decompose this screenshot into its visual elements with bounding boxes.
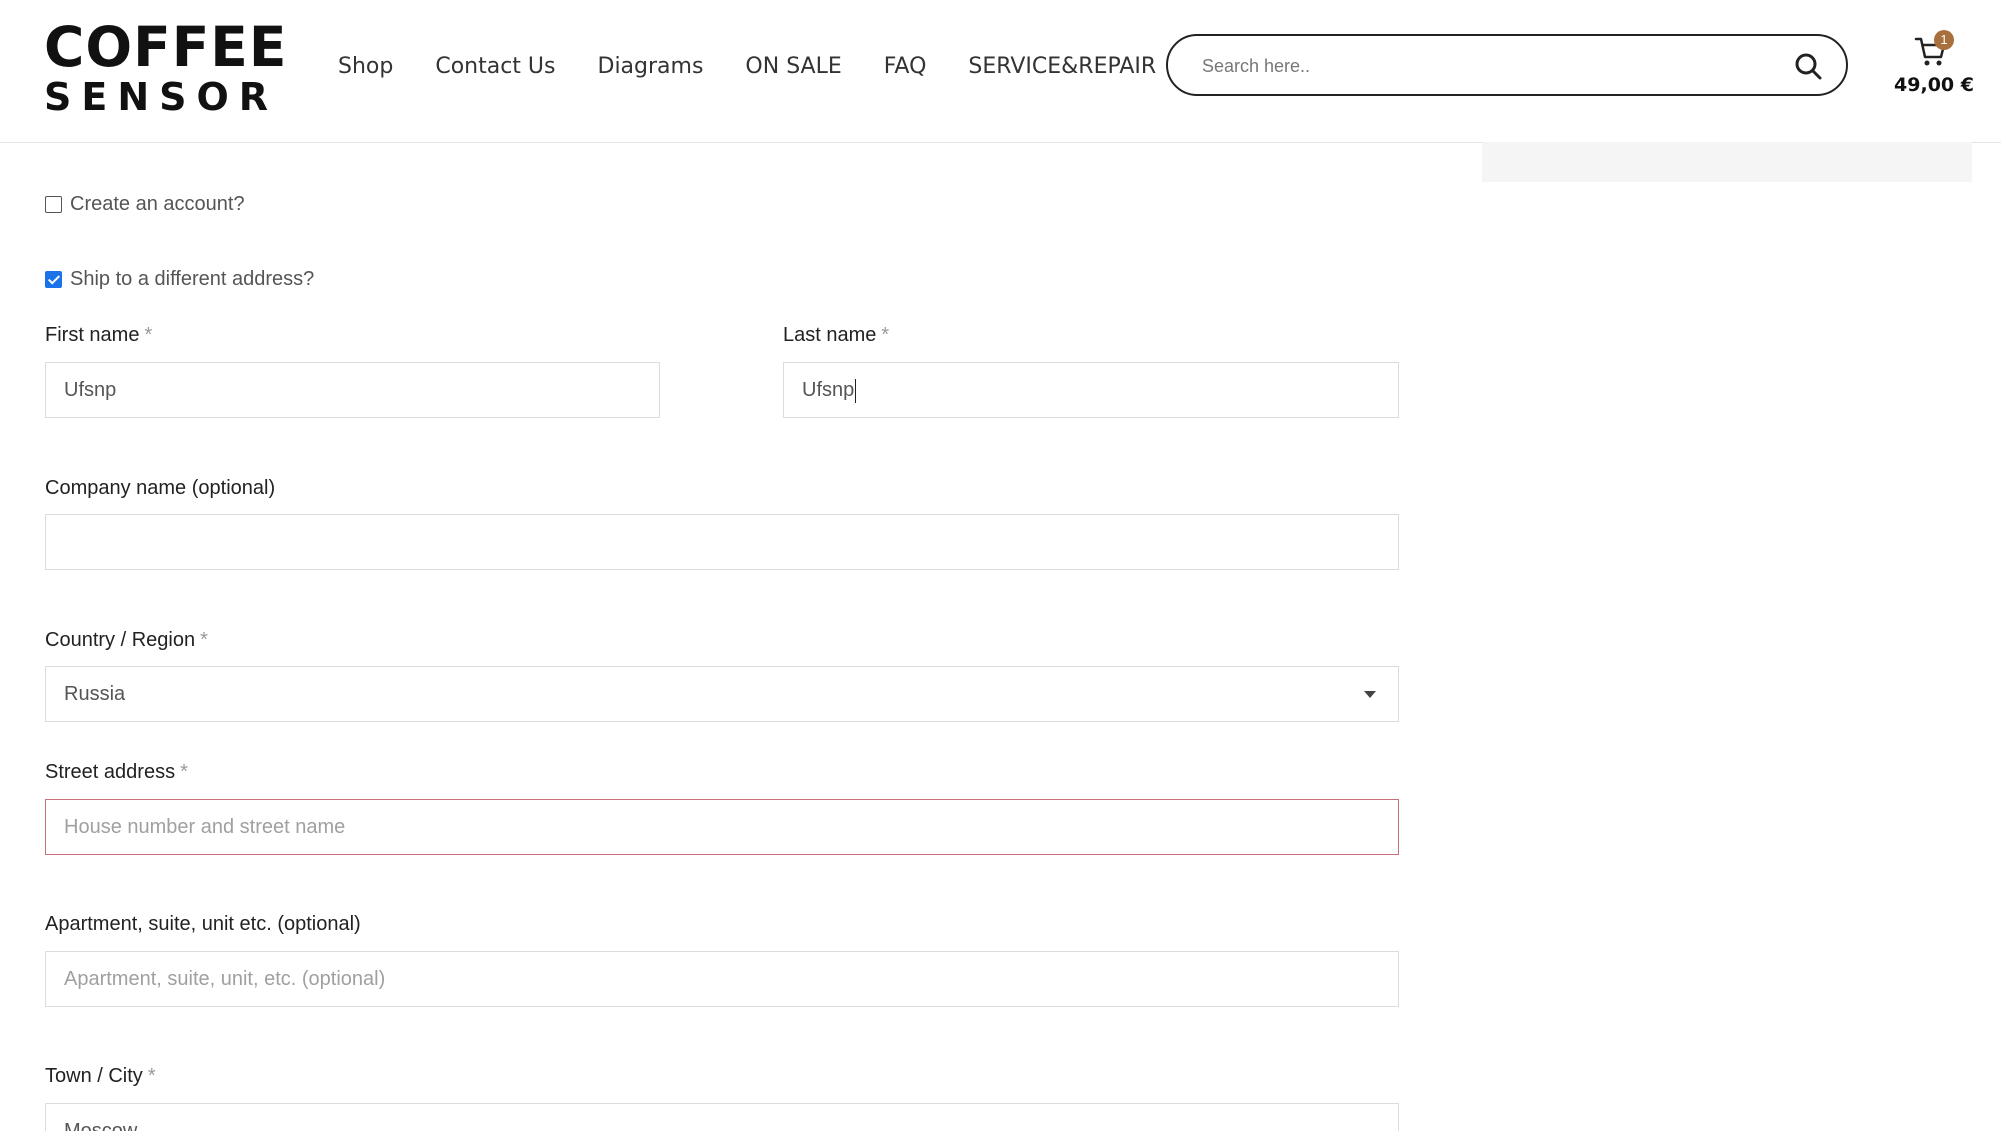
dropdown-arrow-icon xyxy=(1364,691,1376,698)
required-mark: * xyxy=(200,629,208,651)
first-name-value: Ufsnp xyxy=(64,379,117,401)
apartment-field[interactable]: Apartment, suite, unit, etc. (optional) xyxy=(45,951,1399,1007)
cart-total: 49,00 € xyxy=(1894,74,1974,96)
apartment-placeholder: Apartment, suite, unit, etc. (optional) xyxy=(64,968,386,990)
country-value: Russia xyxy=(64,683,126,705)
required-mark: * xyxy=(147,1065,156,1087)
cart-count-badge: 1 xyxy=(1934,30,1954,50)
search-bar xyxy=(1166,34,1848,96)
last-name-value: Ufsnp xyxy=(802,379,855,401)
street-label-text: Street address xyxy=(45,761,176,783)
last-name-label-text: Last name xyxy=(783,324,877,346)
nav-faq[interactable]: FAQ xyxy=(884,50,927,84)
ship-different-checkbox[interactable] xyxy=(45,271,62,288)
required-mark: * xyxy=(881,324,890,346)
coffee-sensor-logo[interactable]: COFFEE SENSOR xyxy=(44,18,286,118)
company-label-text: Company name (optional) xyxy=(45,477,276,499)
company-field[interactable] xyxy=(45,514,1399,570)
nav-shop[interactable]: Shop xyxy=(338,50,393,84)
city-field[interactable]: Moscow xyxy=(45,1103,1399,1131)
logo-line-2: SENSOR xyxy=(44,75,279,119)
city-label: Town / City * xyxy=(45,1065,156,1088)
nav-on-sale[interactable]: ON SALE xyxy=(745,50,841,84)
search-input[interactable] xyxy=(1200,50,1764,82)
nav-contact-us[interactable]: Contact Us xyxy=(435,50,555,84)
first-name-field[interactable]: Ufsnp xyxy=(45,362,660,418)
nav-diagrams[interactable]: Diagrams xyxy=(598,50,704,84)
apartment-label: Apartment, suite, unit etc. (optional) xyxy=(45,913,361,936)
city-label-text: Town / City xyxy=(45,1065,143,1087)
company-label: Company name (optional) xyxy=(45,477,275,500)
create-account-checkbox[interactable] xyxy=(45,196,62,213)
street-address-field[interactable]: House number and street name xyxy=(45,799,1399,855)
ship-different-label: Ship to a different address? xyxy=(70,268,315,290)
country-label-text: Country / Region xyxy=(45,629,196,651)
first-name-label-text: First name xyxy=(45,324,140,346)
street-placeholder: House number and street name xyxy=(64,816,346,838)
create-account-row[interactable]: Create an account? xyxy=(45,193,245,216)
first-name-label: First name * xyxy=(45,324,152,347)
text-cursor xyxy=(855,378,857,403)
required-mark: * xyxy=(144,324,153,346)
logo-line-1: COFFEE xyxy=(44,15,288,79)
nav-service-repair[interactable]: SERVICE&REPAIR xyxy=(968,50,1156,84)
order-summary-panel xyxy=(1482,142,1972,182)
country-label: Country / Region * xyxy=(45,629,208,652)
required-mark: * xyxy=(180,761,188,783)
ship-different-row[interactable]: Ship to a different address? xyxy=(45,268,314,291)
site-header: COFFEE SENSOR Shop Contact Us Diagrams O… xyxy=(0,0,2001,143)
apartment-label-text: Apartment, suite, unit etc. (optional) xyxy=(45,913,361,935)
street-label: Street address * xyxy=(45,761,188,784)
cart-widget[interactable]: 1 49,00 € xyxy=(1894,30,1974,102)
country-select[interactable]: Russia xyxy=(45,666,1399,722)
create-account-label: Create an account? xyxy=(70,193,245,215)
search-icon[interactable] xyxy=(1794,52,1822,80)
last-name-field[interactable]: Ufsnp xyxy=(783,362,1399,418)
main-nav: Shop Contact Us Diagrams ON SALE FAQ SER… xyxy=(338,50,1198,84)
city-value: Moscow xyxy=(64,1120,138,1131)
last-name-label: Last name * xyxy=(783,324,889,347)
